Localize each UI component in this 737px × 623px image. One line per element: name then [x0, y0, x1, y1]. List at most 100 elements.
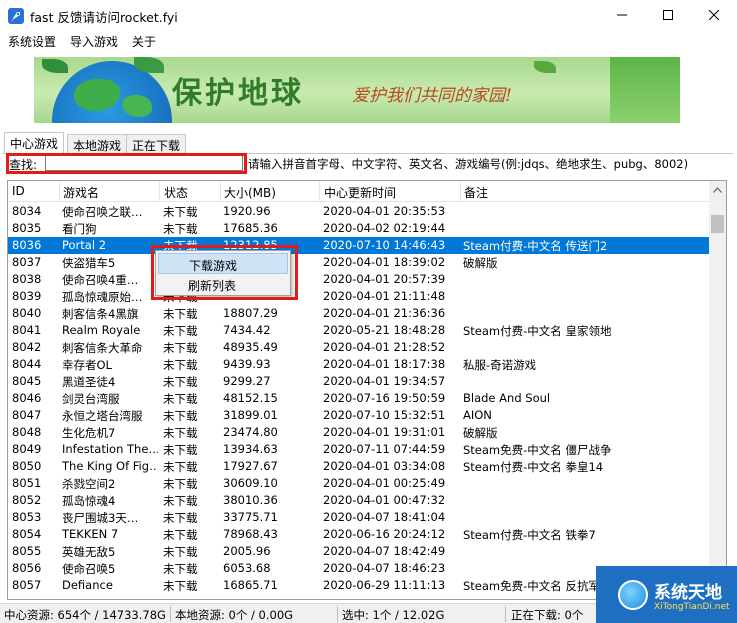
cell-updated: 2020-04-01 21:36:36: [323, 306, 446, 320]
table-row[interactable]: 8054 TEKKEN 7 未下载 78968.43 2020-06-16 20:24:…: [8, 526, 709, 543]
cell-note: 私服-奇诺游戏: [463, 358, 537, 372]
column-header-name[interactable]: 游戏名: [63, 184, 99, 201]
cell-id: 8047: [12, 408, 42, 422]
cell-name: 生化危机7: [62, 426, 116, 440]
cell-name: The King Of Fig…: [62, 459, 158, 473]
cell-updated: 2020-05-21 18:48:28: [323, 323, 446, 337]
table-row[interactable]: 8055 英雄无敌5 未下载 2005.96 2020-04-07 18:42:49: [8, 543, 709, 560]
cell-name: 看门狗: [62, 222, 97, 236]
cell-status: 未下载: [163, 324, 198, 338]
table-row[interactable]: 8047 永恒之塔台湾服 未下载 31899.01 2020-07-10 15:32:5…: [8, 407, 709, 424]
cell-name: 孤岛惊魂4: [62, 494, 116, 508]
cell-updated: 2020-04-01 21:11:48: [323, 289, 446, 303]
cell-size: 17685.36: [223, 221, 278, 235]
cell-status: 未下载: [163, 443, 198, 457]
table-row[interactable]: 8048 生化危机7 未下载 23474.80 2020-04-01 19:31:01 破…: [8, 424, 709, 441]
menu-item-refresh-list[interactable]: 刷新列表: [158, 274, 288, 295]
table-row[interactable]: 8036 Portal 2 未下载 12312.85 2020-07-10 14:46:…: [8, 237, 709, 254]
cell-status: 未下载: [163, 511, 198, 525]
cell-name: 幸存者OL: [62, 358, 112, 372]
cell-note: Steam免费-中文名 僵尸战争: [463, 443, 612, 457]
cell-updated: 2020-04-01 00:47:32: [323, 493, 446, 507]
status-center-resources: 中心资源: 654个 / 14733.78G: [4, 608, 166, 622]
table-row[interactable]: 8042 刺客信条大革命 未下载 48935.49 2020-04-01 21:28:5…: [8, 339, 709, 356]
table-row[interactable]: 8052 孤岛惊魂4 未下载 38010.36 2020-04-01 00:47:32: [8, 492, 709, 509]
menu-import-game[interactable]: 导入游戏: [70, 33, 118, 50]
tab-downloading[interactable]: 正在下载: [126, 134, 187, 154]
cell-status: 未下载: [163, 358, 198, 372]
cell-status: 未下载: [163, 528, 198, 542]
cell-updated: 2020-04-01 19:34:57: [323, 374, 446, 388]
cell-id: 8044: [12, 357, 42, 371]
cell-name: 使命召唤4重…: [62, 273, 139, 287]
table-row[interactable]: 8037侠盗猎车5未下载2020-04-01 18:39:02破解版: [8, 254, 709, 271]
cell-id: 8052: [12, 493, 42, 507]
table-row[interactable]: 8051 杀戮空间2 未下载 30609.10 2020-04-01 00:25:49: [8, 475, 709, 492]
cell-note: Blade And Soul: [463, 391, 551, 405]
cell-status: 未下载: [163, 222, 198, 236]
cell-size: 18807.29: [223, 306, 278, 320]
cell-size: 1920.96: [223, 204, 271, 218]
minimize-button[interactable]: [599, 0, 645, 31]
cell-name: 使命召唤5: [62, 562, 116, 576]
cell-size: 13934.63: [223, 442, 278, 456]
table-row[interactable]: 8044 幸存者OL 未下载 9439.93 2020-04-01 18:17:38 私服…: [8, 356, 709, 373]
cell-name: 使命召唤之联…: [62, 205, 143, 219]
maximize-button[interactable]: [645, 0, 691, 31]
cell-id: 8050: [12, 459, 42, 473]
table-row[interactable]: 8038使命召唤4重…未下载2020-04-01 20:57:39: [8, 271, 709, 288]
cell-note: AION: [463, 408, 492, 422]
column-header-id[interactable]: ID: [12, 184, 25, 198]
cell-id: 8046: [12, 391, 42, 405]
table-row[interactable]: 8046 剑灵台湾服 未下载 48152.15 2020-07-16 19:50:59 B…: [8, 390, 709, 407]
search-input[interactable]: [45, 155, 243, 171]
tab-center-games[interactable]: 中心游戏: [4, 132, 65, 154]
close-button[interactable]: [691, 0, 737, 31]
cell-name: Realm Royale: [62, 323, 141, 337]
vertical-scrollbar[interactable]: [709, 181, 726, 599]
cell-name: 永恒之塔台湾服: [62, 409, 143, 423]
column-header-updated[interactable]: 中心更新时间: [324, 184, 396, 201]
table-row[interactable]: 8049 Infestation The… 未下载 13934.63 2020-07-1…: [8, 441, 709, 458]
cell-id: 8034: [12, 204, 42, 218]
menu-system-settings[interactable]: 系统设置: [8, 33, 56, 50]
cell-note: 破解版: [463, 256, 498, 270]
table-row[interactable]: 8034 使命召唤之联… 未下载 1920.96 2020-04-01 20:35:53: [8, 203, 709, 220]
cell-updated: 2020-04-01 18:39:02: [323, 255, 446, 269]
cell-name: Infestation The…: [62, 442, 158, 456]
table-row[interactable]: 8040 刺客信条4黑旗 未下载 18807.29 2020-04-01 21:36:3…: [8, 305, 709, 322]
cell-id: 8054: [12, 527, 42, 541]
menu-about[interactable]: 关于: [132, 33, 156, 50]
chevron-up-icon[interactable]: [709, 181, 726, 198]
menu-item-download-game[interactable]: 下载游戏: [158, 253, 288, 274]
cell-updated: 2020-04-01 20:35:53: [323, 204, 446, 218]
cell-name: 刺客信条4黑旗: [62, 307, 139, 321]
table-row[interactable]: 8045 黑道圣徒4 未下载 9299.27 2020-04-01 19:34:57: [8, 373, 709, 390]
cell-name: 刺客信条大革命: [62, 341, 143, 355]
cell-status: 未下载: [163, 477, 198, 491]
cell-id: 8042: [12, 340, 42, 354]
tab-local-games[interactable]: 本地游戏: [67, 134, 128, 154]
banner-image: 保护地球 爱护我们共同的家园!: [34, 57, 680, 123]
cell-size: 7434.42: [223, 323, 271, 337]
table-row[interactable]: 8041 Realm Royale 未下载 7434.42 2020-05-21 18:…: [8, 322, 709, 339]
status-downloading: 正在下载: 0个: [511, 608, 584, 622]
cell-id: 8039: [12, 289, 42, 303]
cell-id: 8053: [12, 510, 42, 524]
column-header-size[interactable]: 大小(MB): [224, 184, 276, 201]
cell-id: 8055: [12, 544, 42, 558]
scrollbar-thumb[interactable]: [711, 215, 724, 233]
cell-size: 48935.49: [223, 340, 278, 354]
column-header-status[interactable]: 状态: [164, 184, 188, 201]
status-local-resources: 本地资源: 0个 / 0.00G: [175, 608, 294, 622]
table-row[interactable]: 8035 看门狗 未下载 17685.36 2020-04-02 02:19:44: [8, 220, 709, 237]
table-row[interactable]: 8050 The King Of Fig… 未下载 17927.67 2020-04-0…: [8, 458, 709, 475]
watermark-url: XiTongTianDi.net: [654, 602, 730, 612]
menu-bar: 系统设置 导入游戏 关于: [0, 31, 737, 51]
column-header-note[interactable]: 备注: [464, 184, 488, 201]
cell-status: 未下载: [163, 562, 198, 576]
cell-updated: 2020-04-07 18:46:23: [323, 561, 446, 575]
cell-updated: 2020-04-01 21:28:52: [323, 340, 446, 354]
table-row[interactable]: 8039 孤岛惊魂原始… 未下载 2020-04-01 21:11:48: [8, 288, 709, 305]
table-row[interactable]: 8053 丧尸围城3天… 未下载 33775.71 2020-04-07 18:41:0…: [8, 509, 709, 526]
